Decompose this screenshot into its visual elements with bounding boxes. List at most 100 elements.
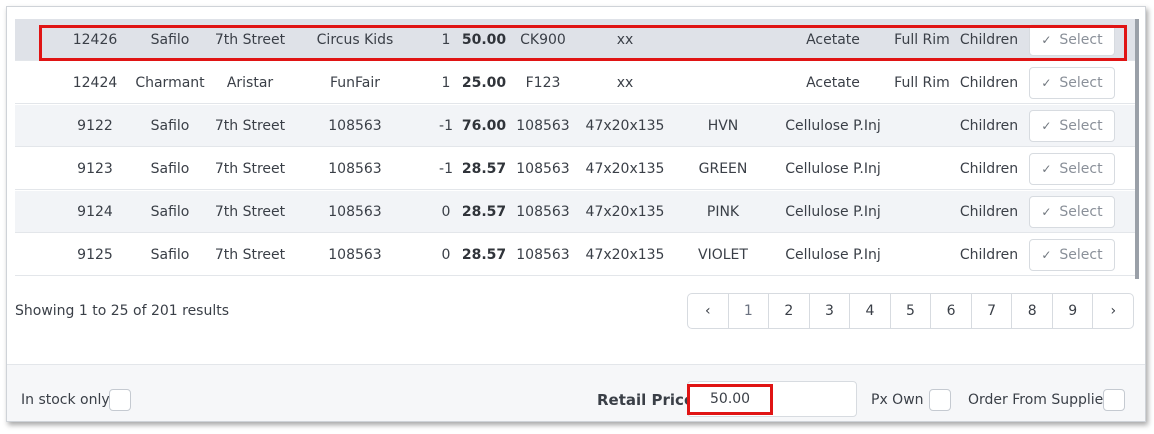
check-icon: ✓	[1041, 162, 1052, 176]
cell-supplier: Safilo	[150, 204, 190, 220]
chevron-left-icon[interactable]: ‹	[688, 294, 729, 328]
cell-material: Cellulose P.Inj	[785, 247, 881, 263]
cell-brand: 7th Street	[214, 247, 286, 263]
check-icon: ✓	[1041, 119, 1052, 133]
cell-age: Children	[959, 161, 1019, 177]
px-own-label: Px Own	[871, 392, 924, 408]
page-4[interactable]: 4	[850, 294, 891, 328]
cell-quantity: 1	[441, 32, 451, 48]
select-button[interactable]: ✓ Select	[1029, 24, 1115, 56]
cell-price: 28.57	[461, 204, 507, 220]
check-icon: ✓	[1041, 248, 1052, 262]
cell-code: 108563	[516, 118, 570, 134]
page-1[interactable]: 1	[729, 294, 770, 328]
table-row[interactable]: 12426 Safilo 7th Street Circus Kids 1 50.00 CK…	[15, 19, 1135, 61]
cell-model: Circus Kids	[316, 32, 394, 48]
cell-size: 47x20x135	[585, 161, 665, 177]
select-button[interactable]: ✓ Select	[1029, 67, 1115, 99]
check-icon: ✓	[1041, 205, 1052, 219]
cell-quantity: 1	[441, 75, 451, 91]
cell-colour: HVN	[707, 118, 739, 134]
select-button[interactable]: ✓ Select	[1029, 239, 1115, 271]
cell-brand: 7th Street	[214, 204, 286, 220]
select-button-label: Select	[1059, 204, 1103, 220]
cell-id: 12426	[72, 32, 118, 48]
page-8[interactable]: 8	[1012, 294, 1053, 328]
cell-rim	[887, 234, 957, 276]
cell-size: xx	[616, 32, 634, 48]
page-6[interactable]: 6	[931, 294, 972, 328]
select-button[interactable]: ✓ Select	[1029, 110, 1115, 142]
cell-quantity: -1	[439, 161, 453, 177]
cell-quantity: -1	[439, 118, 453, 134]
cell-age: Children	[959, 75, 1019, 91]
cell-code: CK900	[520, 32, 566, 48]
cell-age: Children	[959, 32, 1019, 48]
select-button-label: Select	[1059, 75, 1103, 91]
cell-price: 25.00	[461, 75, 507, 91]
order-from-supplier-checkbox[interactable]	[1103, 389, 1125, 411]
cell-price: 28.57	[461, 247, 507, 263]
cell-brand: Aristar	[226, 75, 274, 91]
cell-brand: 7th Street	[214, 161, 286, 177]
cell-age: Children	[959, 247, 1019, 263]
cell-id: 12424	[72, 75, 118, 91]
select-button-label: Select	[1059, 161, 1103, 177]
cell-price: 50.00	[461, 32, 507, 48]
cell-rim	[887, 191, 957, 233]
table-row[interactable]: 9124 Safilo 7th Street 108563 0 28.57 108563 47…	[15, 191, 1135, 233]
cell-size: 47x20x135	[585, 247, 665, 263]
cell-model: 108563	[328, 247, 382, 263]
cell-id: 9124	[77, 204, 113, 220]
cell-material: Cellulose P.Inj	[785, 118, 881, 134]
table-row[interactable]: 9122 Safilo 7th Street 108563 -1 76.00 108563 4…	[15, 105, 1135, 147]
check-icon: ✓	[1041, 76, 1052, 90]
chevron-right-icon[interactable]: ›	[1093, 294, 1133, 328]
cell-quantity: 0	[441, 247, 451, 263]
select-button[interactable]: ✓ Select	[1029, 153, 1115, 185]
cell-price: 76.00	[461, 118, 507, 134]
in-stock-checkbox[interactable]	[109, 389, 131, 411]
cell-colour: GREEN	[698, 161, 748, 177]
page-2[interactable]: 2	[769, 294, 810, 328]
in-stock-label: In stock only	[21, 392, 110, 408]
cell-model: FunFair	[329, 75, 381, 91]
cell-code: 108563	[516, 204, 570, 220]
page-9[interactable]: 9	[1053, 294, 1094, 328]
check-icon: ✓	[1041, 33, 1052, 47]
cell-size: xx	[616, 75, 634, 91]
retail-price-label: Retail Price:	[597, 391, 701, 409]
cell-id: 9122	[77, 118, 113, 134]
table-row[interactable]: 9123 Safilo 7th Street 108563 -1 28.57 108563 4…	[15, 148, 1135, 190]
page-5[interactable]: 5	[891, 294, 932, 328]
cell-colour: VIOLET	[698, 247, 748, 263]
px-own-checkbox[interactable]	[929, 389, 951, 411]
page-7[interactable]: 7	[972, 294, 1013, 328]
cell-rim: Full Rim	[894, 75, 950, 91]
cell-material: Acetate	[806, 75, 860, 91]
cell-code: 108563	[516, 161, 570, 177]
cell-supplier: Safilo	[150, 118, 190, 134]
cell-material: Cellulose P.Inj	[785, 204, 881, 220]
cell-colour	[683, 19, 763, 61]
cell-rim	[887, 148, 957, 190]
cell-age: Children	[959, 118, 1019, 134]
select-button-label: Select	[1059, 32, 1103, 48]
retail-price-input[interactable]	[687, 381, 857, 417]
page-3[interactable]: 3	[810, 294, 851, 328]
cell-quantity: 0	[441, 204, 451, 220]
cell-supplier: Safilo	[150, 32, 190, 48]
cell-supplier: Safilo	[150, 161, 190, 177]
table-row[interactable]: 12424 Charmant Aristar FunFair 1 25.00 F123 xx A…	[15, 62, 1135, 104]
cell-supplier: Safilo	[150, 247, 190, 263]
pagination: ‹ 1 2 3 4 5 6 7 8 9 ›	[687, 293, 1134, 329]
cell-rim	[887, 105, 957, 147]
table-row[interactable]: 9125 Safilo 7th Street 108563 0 28.57 108563 47…	[15, 234, 1135, 276]
cell-supplier: Charmant	[135, 75, 205, 91]
cell-id: 9125	[77, 247, 113, 263]
cell-material: Cellulose P.Inj	[785, 161, 881, 177]
cell-brand: 7th Street	[214, 118, 286, 134]
cell-id: 9123	[77, 161, 113, 177]
select-button[interactable]: ✓ Select	[1029, 196, 1115, 228]
cell-price: 28.57	[461, 161, 507, 177]
